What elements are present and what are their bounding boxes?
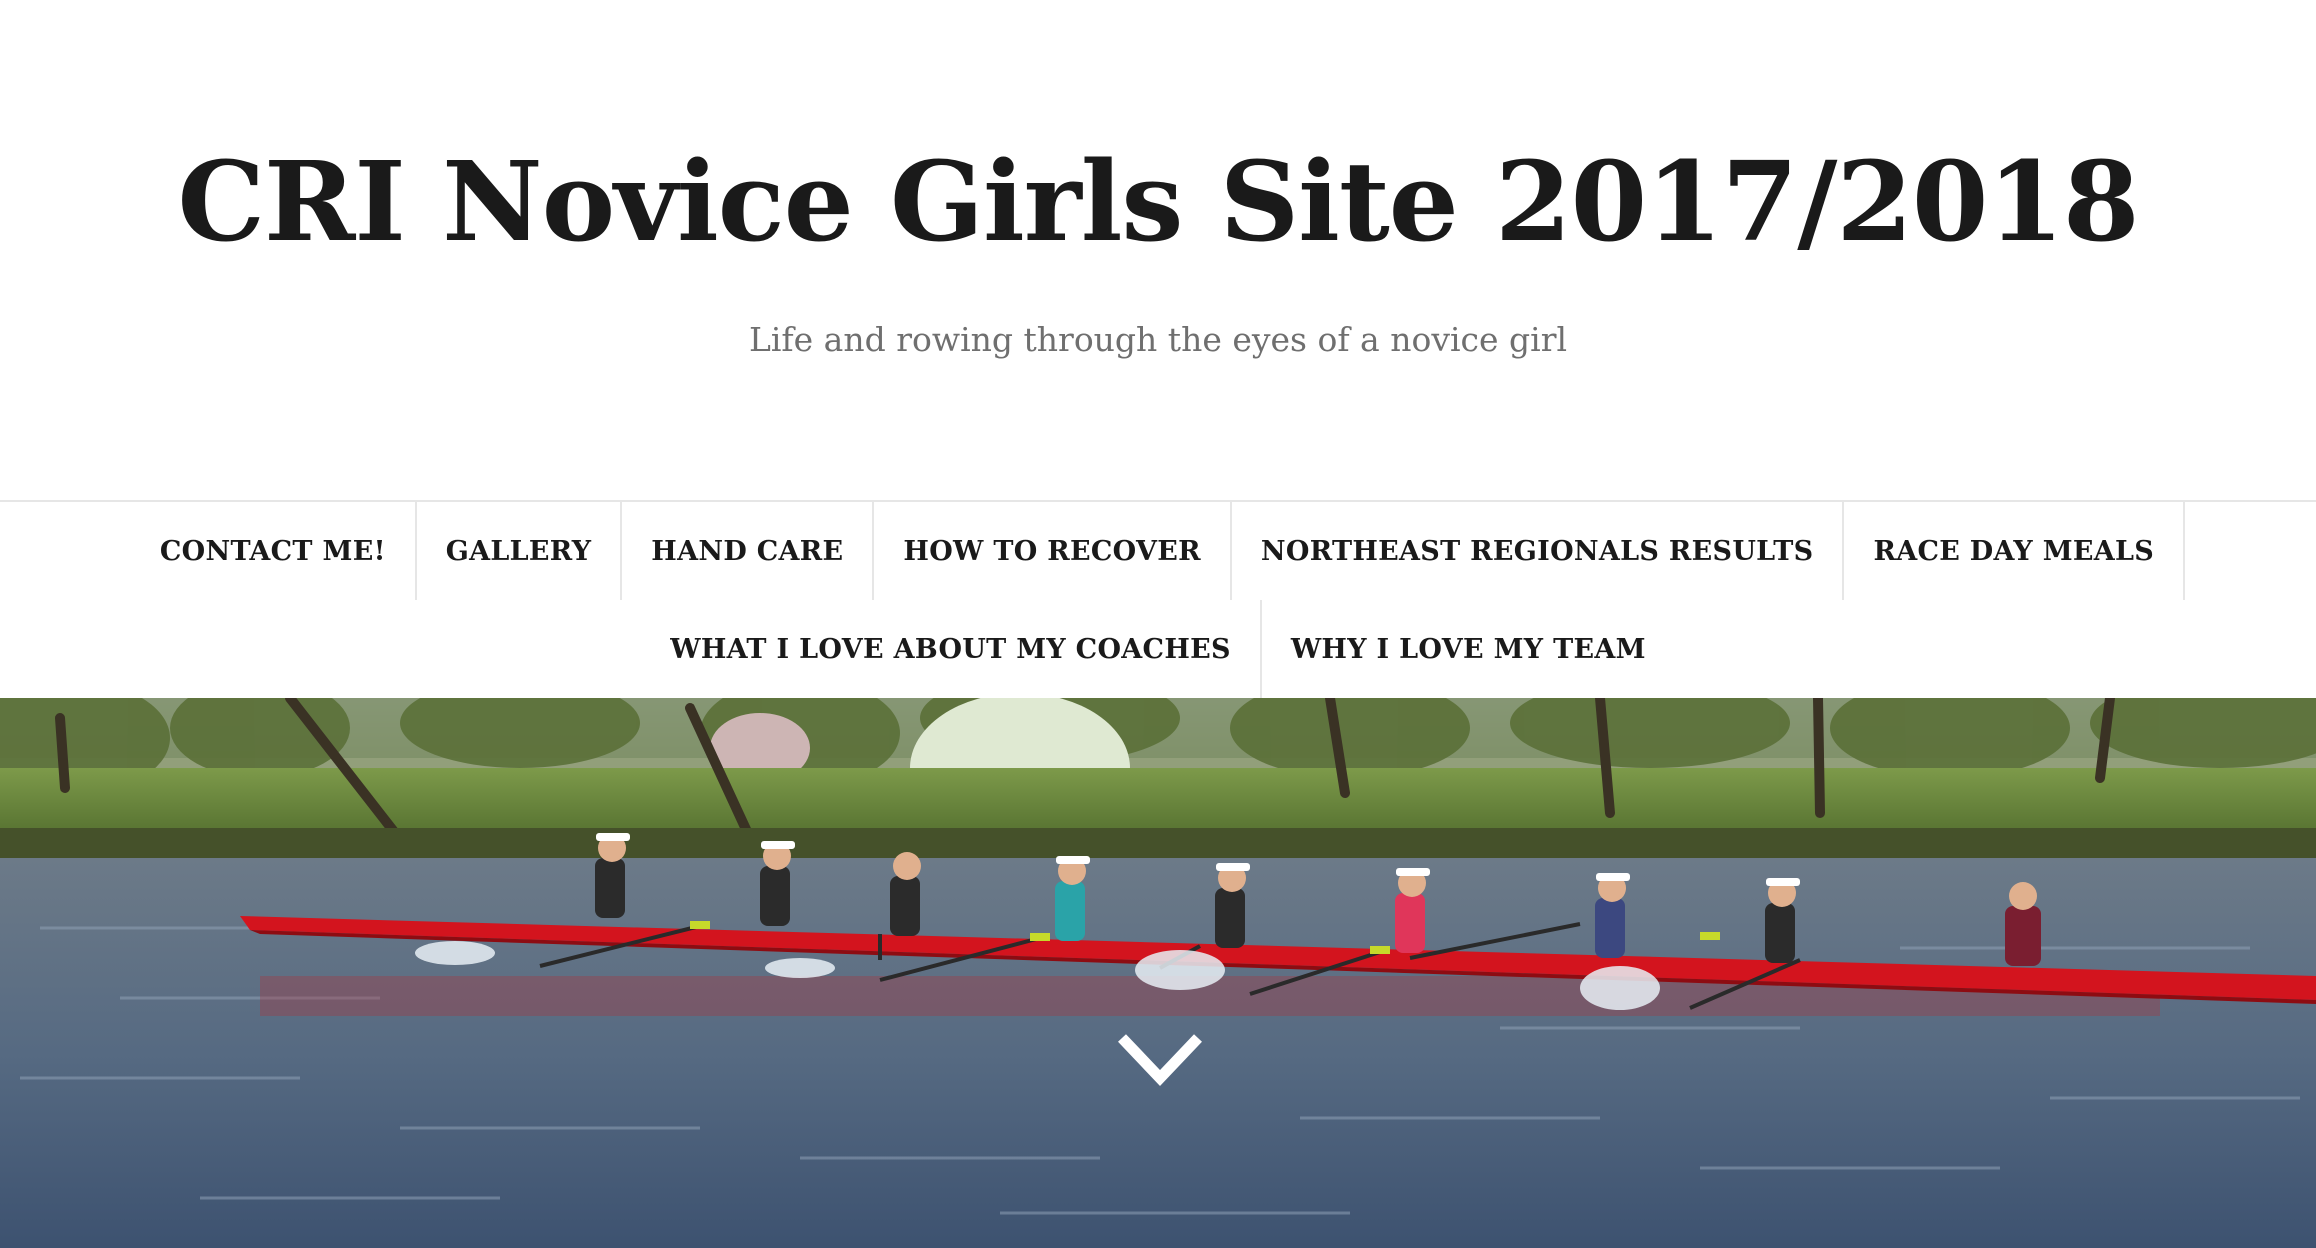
nav-item-race-day-meals[interactable]: RACE DAY MEALS: [1842, 502, 2186, 600]
nav-row-primary: CONTACT ME! GALLERY HAND CARE HOW TO REC…: [0, 502, 2316, 600]
nav-item-hand-care[interactable]: HAND CARE: [620, 502, 872, 600]
nav-item-what-i-love-about-my-coaches[interactable]: WHAT I LOVE ABOUT MY COACHES: [641, 600, 1260, 698]
hero-image: [0, 698, 2316, 1248]
nav-row-secondary: WHAT I LOVE ABOUT MY COACHES WHY I LOVE …: [0, 600, 2316, 698]
rowing-eight-photo: [0, 698, 2316, 1248]
nav-item-northeast-regionals-results[interactable]: NORTHEAST REGIONALS RESULTS: [1229, 502, 1843, 600]
site-title[interactable]: CRI Novice Girls Site 2017/2018: [0, 122, 2316, 282]
main-navigation: CONTACT ME! GALLERY HAND CARE HOW TO REC…: [0, 500, 2316, 698]
nav-item-contact-me[interactable]: CONTACT ME!: [131, 502, 415, 600]
site-header: CRI Novice Girls Site 2017/2018 Life and…: [0, 0, 2316, 500]
chevron-down-icon[interactable]: [1114, 1030, 1206, 1090]
nav-item-how-to-recover[interactable]: HOW TO RECOVER: [872, 502, 1229, 600]
nav-item-gallery[interactable]: GALLERY: [414, 502, 621, 600]
site-tagline: Life and rowing through the eyes of a no…: [748, 320, 1568, 359]
nav-item-why-i-love-my-team[interactable]: WHY I LOVE MY TEAM: [1259, 600, 1675, 698]
